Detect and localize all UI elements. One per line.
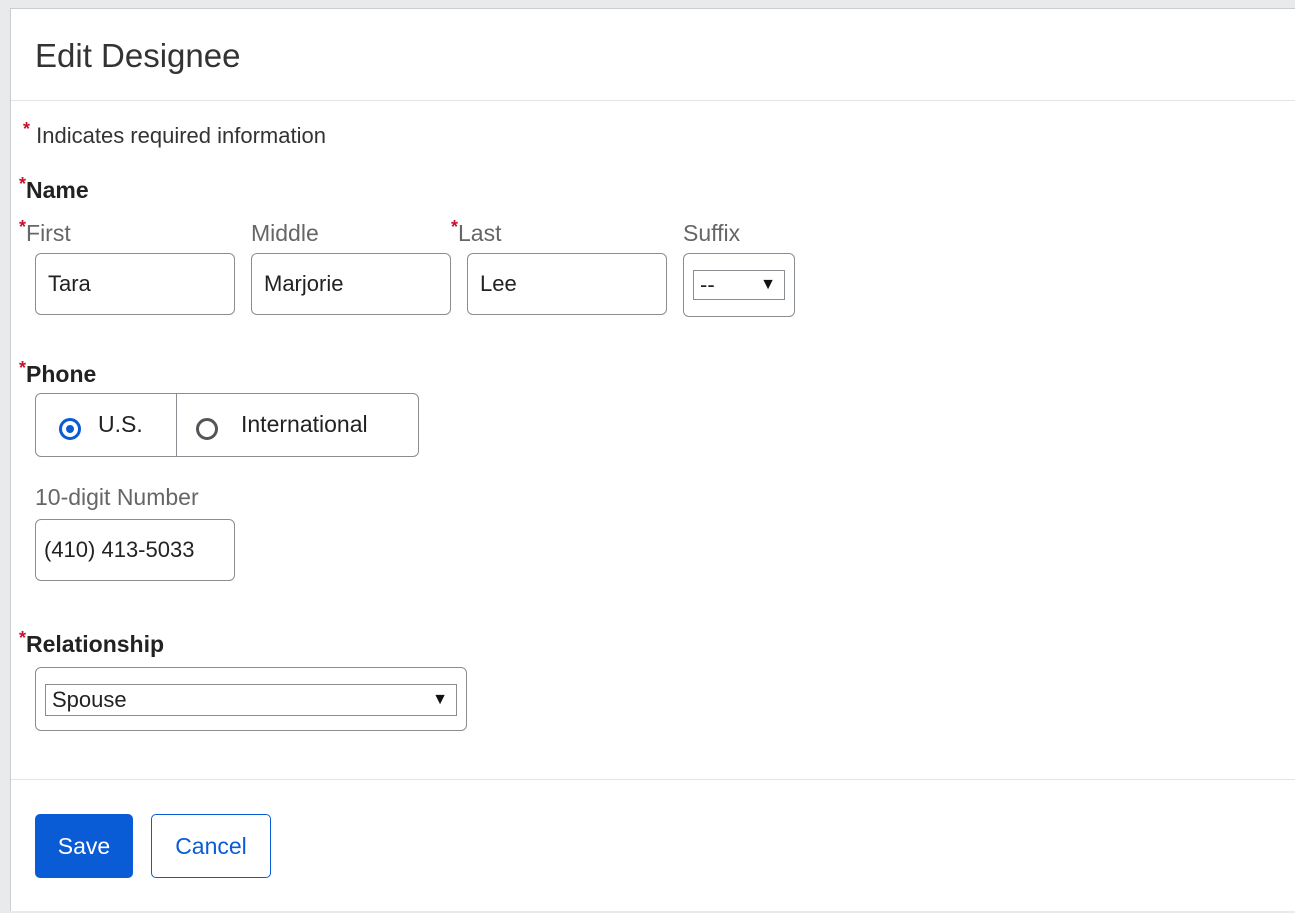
suffix-selected-value: -- (700, 272, 715, 297)
radio-option-us[interactable]: U.S. (36, 394, 177, 456)
cancel-button[interactable]: Cancel (151, 814, 271, 878)
save-button[interactable]: Save (35, 814, 133, 878)
dialog-title: Edit Designee (35, 37, 241, 74)
phone-number-input[interactable] (35, 519, 235, 581)
radio-unchecked-icon[interactable] (196, 418, 218, 440)
radio-label-international: International (241, 411, 368, 437)
middle-name-input[interactable] (251, 253, 451, 315)
suffix-select-wrapper: -- ▼ (683, 253, 795, 317)
phone-label-text: Phone (26, 361, 97, 387)
relationship-label-text: Relationship (26, 631, 165, 657)
phone-type-radio-group: U.S. International (35, 393, 419, 457)
page-background: Edit Designee * Indicates required infor… (0, 0, 1295, 913)
middle-name-label: Middle (251, 220, 319, 246)
required-note-text: Indicates required information (36, 123, 326, 148)
suffix-label: Suffix (683, 220, 741, 246)
phone-section-label: *Phone (19, 358, 97, 388)
edit-designee-dialog: Edit Designee * Indicates required infor… (10, 8, 1295, 911)
relationship-select[interactable]: Spouse ▼ (45, 684, 457, 716)
required-star: * (451, 217, 459, 237)
last-label-text: Last (458, 220, 502, 246)
first-label-text: First (26, 220, 71, 246)
suffix-select[interactable]: -- ▼ (693, 270, 785, 300)
dialog-header: Edit Designee (11, 9, 1295, 101)
radio-option-international[interactable]: International (177, 394, 418, 456)
footer-divider (11, 779, 1295, 780)
relationship-section-label: *Relationship (19, 628, 165, 658)
required-star: * (19, 174, 27, 194)
last-name-input[interactable] (467, 253, 667, 315)
required-star: * (19, 628, 27, 648)
required-note: * Indicates required information (23, 119, 326, 149)
required-star: * (19, 217, 27, 237)
radio-label-us: U.S. (98, 411, 143, 437)
name-label-text: Name (26, 177, 89, 203)
chevron-down-icon: ▼ (760, 276, 776, 293)
relationship-selected-value: Spouse (52, 687, 127, 712)
first-name-input[interactable] (35, 253, 235, 315)
chevron-down-icon: ▼ (432, 691, 448, 708)
required-star: * (19, 358, 27, 378)
radio-checked-icon[interactable] (59, 418, 81, 440)
last-name-label: *Last (451, 217, 502, 247)
required-star: * (23, 119, 31, 139)
name-section-label: *Name (19, 174, 89, 204)
first-name-label: *First (19, 217, 71, 247)
phone-number-label: 10-digit Number (35, 484, 199, 510)
relationship-select-wrapper: Spouse ▼ (35, 667, 467, 731)
